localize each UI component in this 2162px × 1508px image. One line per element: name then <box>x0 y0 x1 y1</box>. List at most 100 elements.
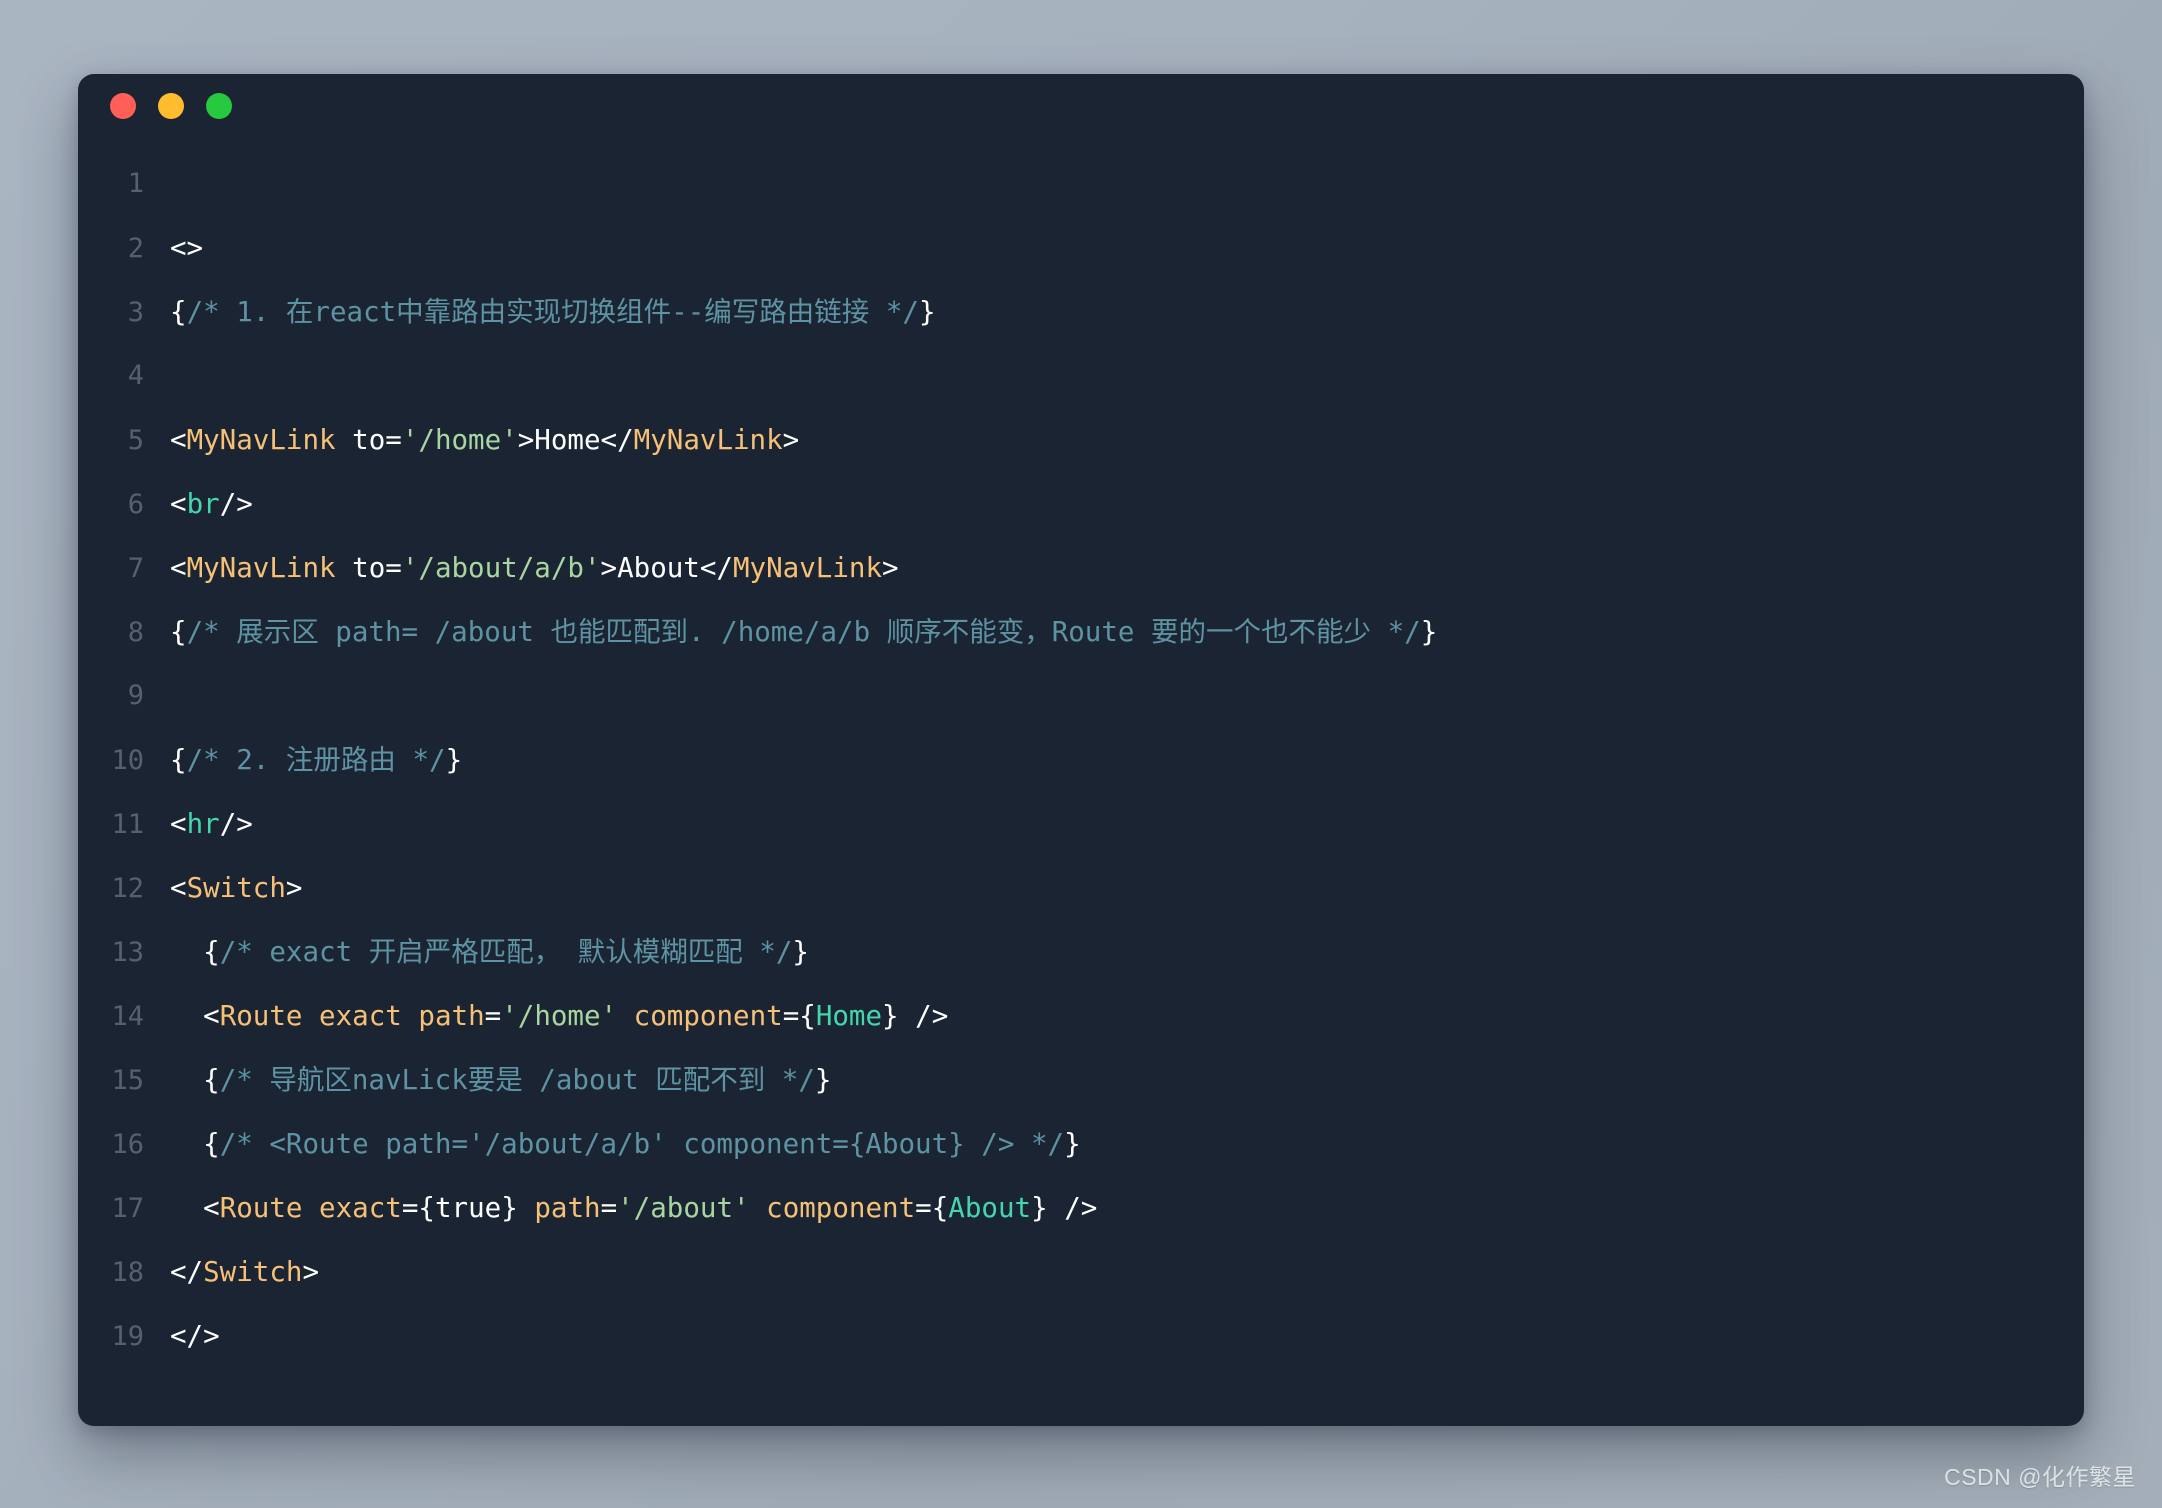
code-token-attr: exact <box>319 1192 402 1224</box>
code-token-tag: Switch <box>186 872 286 904</box>
line-number: 8 <box>127 617 144 648</box>
code-line: 8 {/* 展示区 path= /about 也能匹配到. /home/a/b 顺… <box>78 600 2084 664</box>
code-token-punct: = <box>915 1192 932 1224</box>
maximize-button-icon[interactable] <box>206 93 232 119</box>
code-line-content[interactable]: {/* exact 开启严格匹配， 默认模糊匹配 */} <box>170 920 2084 984</box>
code-token-text: About <box>617 552 700 584</box>
line-number: 12 <box>111 873 144 904</box>
code-token-text: Home <box>534 424 601 456</box>
code-line: 4 <box>78 344 2084 408</box>
code-line: 3 {/* 1. 在react中靠路由实现切换组件--编写路由链接 */} <box>78 280 2084 344</box>
code-token-tag: Route <box>219 1000 303 1032</box>
line-number: 4 <box>127 360 144 391</box>
code-editor[interactable]: 1 2 <> 3 {/* 1. 在react中靠路由实现切换组件--编写路由链接 */}… <box>78 138 2084 1368</box>
code-line: 1 <box>78 152 2084 216</box>
window-titlebar <box>78 74 2084 138</box>
line-number: 10 <box>111 745 144 776</box>
code-line-content[interactable]: <> <box>170 216 2084 280</box>
code-token-htmltag: br <box>186 488 220 520</box>
code-token-brace: } <box>792 936 809 968</box>
line-number: 14 <box>111 1001 144 1032</box>
code-line-content[interactable]: <Route exact={true} path='/about' compon… <box>170 1176 2084 1240</box>
code-line: 12 <Switch> <box>78 856 2084 920</box>
code-line-content[interactable]: </Switch> <box>170 1240 2084 1304</box>
code-token-brace: { <box>203 1128 220 1160</box>
code-line: 18 </Switch> <box>78 1240 2084 1304</box>
code-token-punct: > <box>285 872 303 904</box>
code-token-string: '/home' <box>501 1000 618 1032</box>
code-token-brace: } <box>1064 1128 1081 1160</box>
line-number: 3 <box>127 297 144 328</box>
line-number: 19 <box>111 1321 144 1352</box>
code-token-brace: { <box>931 1192 949 1224</box>
code-token-punct: = <box>600 1192 618 1224</box>
code-line-content[interactable]: <Switch> <box>170 856 2084 920</box>
code-token-punct: /> <box>219 808 253 840</box>
code-line: 13 {/* exact 开启严格匹配， 默认模糊匹配 */} <box>78 920 2084 984</box>
code-line-content[interactable]: <MyNavLink to='/about/a/b'>About</MyNavL… <box>170 536 2084 600</box>
code-token-brace: { <box>170 744 187 776</box>
code-token-punct: </ <box>699 552 733 584</box>
code-token-punct: </ <box>600 424 634 456</box>
code-token-punct: </ <box>170 1256 204 1288</box>
code-line-content[interactable]: <MyNavLink to='/home'>Home</MyNavLink> <box>170 408 2084 472</box>
code-line-content[interactable]: {/* 导航区navLick要是 /about 匹配不到 */} <box>170 1048 2084 1112</box>
line-number: 1 <box>127 168 144 199</box>
code-token-tag: Route <box>219 1192 303 1224</box>
code-line: 17 <Route exact={true} path='/about' com… <box>78 1176 2084 1240</box>
code-line-content[interactable]: {/* 2. 注册路由 */} <box>170 728 2084 792</box>
code-token-punct: < <box>203 1000 220 1032</box>
code-line: 9 <box>78 664 2084 728</box>
line-number: 13 <box>111 937 144 968</box>
code-token-comment: /* <Route path='/about/a/b' component={A… <box>219 1128 1065 1160</box>
code-token-punct: < <box>203 1192 220 1224</box>
code-token-brace: { <box>203 936 220 968</box>
code-token-punct: < <box>170 424 187 456</box>
close-button-icon[interactable] <box>110 93 136 119</box>
line-number: 5 <box>127 425 144 456</box>
code-token-brace: } <box>501 1192 518 1224</box>
code-token-tag: Switch <box>203 1256 303 1288</box>
code-line: 5 <MyNavLink to='/home'>Home</MyNavLink> <box>78 408 2084 472</box>
code-token-tag: MyNavLink <box>186 552 336 584</box>
code-token-brace: } <box>814 1064 832 1096</box>
code-line-content[interactable]: {/* 展示区 path= /about 也能匹配到. /home/a/b 顺序… <box>170 600 2084 664</box>
code-token-brace: { <box>170 296 187 328</box>
code-line-content[interactable]: <Route exact path='/home' component={Hom… <box>170 984 2084 1048</box>
code-line-content[interactable]: <br/> <box>170 472 2084 536</box>
line-number: 18 <box>111 1257 144 1288</box>
code-token-punct: < <box>170 488 187 520</box>
code-token-string: '/about' <box>617 1192 750 1224</box>
code-token-punct: > <box>882 552 899 584</box>
code-token-htmltag: hr <box>186 808 220 840</box>
code-token-attr: path <box>418 1000 485 1032</box>
code-line-content[interactable]: {/* <Route path='/about/a/b' component={… <box>170 1112 2084 1176</box>
code-line-content[interactable]: {/* 1. 在react中靠路由实现切换组件--编写路由链接 */} <box>170 280 2084 344</box>
code-token-tag: MyNavLink <box>633 424 783 456</box>
code-token-expr: Home <box>815 1000 883 1032</box>
code-token-punct: = <box>782 1000 800 1032</box>
code-line-content[interactable]: </> <box>170 1304 2084 1368</box>
code-token-punct: = <box>484 1000 502 1032</box>
code-line-content[interactable]: <hr/> <box>170 792 2084 856</box>
code-token-punct: /> <box>1047 1192 1098 1224</box>
code-token-punct: > <box>600 552 618 584</box>
code-window: 1 2 <> 3 {/* 1. 在react中靠路由实现切换组件--编写路由链接 */}… <box>78 74 2084 1426</box>
code-token-attr: component <box>633 1000 783 1032</box>
code-token-punct: = <box>385 424 402 456</box>
minimize-button-icon[interactable] <box>158 93 184 119</box>
code-token-brace: { <box>170 616 187 648</box>
code-token-punct: > <box>302 1256 320 1288</box>
line-number: 16 <box>111 1129 144 1160</box>
code-line: 11 <hr/> <box>78 792 2084 856</box>
code-token-comment: /* 2. 注册路由 */ <box>186 744 446 776</box>
